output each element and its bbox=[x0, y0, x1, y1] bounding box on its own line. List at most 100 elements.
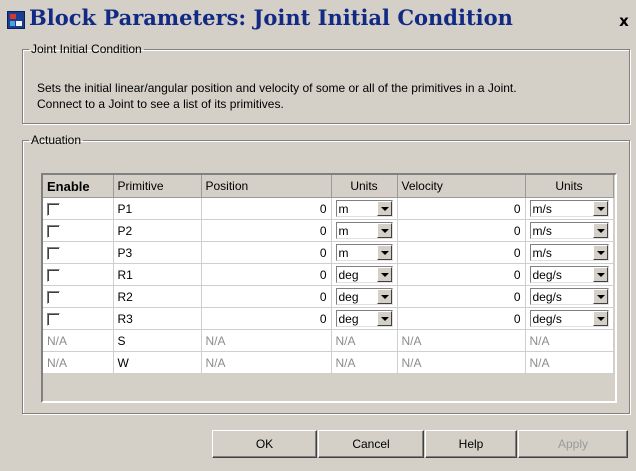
help-button[interactable]: Help bbox=[425, 430, 517, 458]
velocity-input[interactable]: 0 bbox=[397, 307, 526, 330]
velocity-units-cell: m/s bbox=[525, 219, 614, 242]
velocity-input[interactable]: 0 bbox=[397, 219, 526, 242]
description-line-1: Sets the initial linear/angular position… bbox=[37, 81, 517, 95]
chevron-down-icon[interactable] bbox=[376, 311, 392, 326]
position-units-dropdown[interactable]: m bbox=[335, 200, 393, 217]
velocity-units-na: N/A bbox=[525, 351, 614, 374]
block-icon bbox=[7, 11, 25, 29]
velocity-units-dropdown[interactable]: m/s bbox=[529, 222, 609, 239]
velocity-units-value: m/s bbox=[532, 224, 552, 238]
primitive-row-r3: R3 0 deg 0 deg/s bbox=[43, 307, 614, 330]
joint-initial-condition-group: Joint Initial Condition Sets the initial… bbox=[22, 42, 630, 124]
velocity-units-na: N/A bbox=[525, 329, 614, 352]
velocity-units-cell: m/s bbox=[525, 197, 614, 220]
chevron-down-icon[interactable] bbox=[592, 201, 608, 216]
cancel-button[interactable]: Cancel bbox=[318, 430, 424, 458]
position-input[interactable]: 0 bbox=[201, 307, 332, 330]
chevron-down-icon[interactable] bbox=[376, 267, 392, 282]
chevron-down-icon[interactable] bbox=[592, 311, 608, 326]
enable-checkbox[interactable] bbox=[47, 202, 60, 216]
title-bar: Block Parameters: Joint Initial Conditio… bbox=[0, 0, 636, 36]
enable-checkbox[interactable] bbox=[47, 290, 60, 304]
header-position-units: Units bbox=[331, 175, 398, 198]
position-input[interactable]: 0 bbox=[201, 219, 332, 242]
chevron-down-icon[interactable] bbox=[376, 289, 392, 304]
position-units-value: deg bbox=[338, 290, 359, 304]
chevron-down-icon[interactable] bbox=[376, 223, 392, 238]
joint-group-legend: Joint Initial Condition bbox=[31, 42, 142, 56]
primitive-row-r1: R1 0 deg 0 deg/s bbox=[43, 263, 614, 286]
chevron-down-icon[interactable] bbox=[592, 267, 608, 282]
enable-checkbox[interactable] bbox=[47, 224, 60, 238]
position-na: N/A bbox=[201, 329, 332, 352]
position-units-dropdown[interactable]: deg bbox=[335, 266, 393, 283]
primitive-row-s: N/A S N/A N/A N/A N/A bbox=[43, 329, 614, 352]
position-units-cell: m bbox=[331, 241, 398, 264]
chevron-down-icon[interactable] bbox=[376, 201, 392, 216]
velocity-input[interactable]: 0 bbox=[397, 241, 526, 264]
chevron-down-icon[interactable] bbox=[592, 245, 608, 260]
position-units-dropdown[interactable]: deg bbox=[335, 310, 393, 327]
position-units-cell: m bbox=[331, 197, 398, 220]
velocity-units-dropdown[interactable]: deg/s bbox=[529, 288, 609, 305]
velocity-units-value: deg/s bbox=[532, 268, 562, 282]
ok-button[interactable]: OK bbox=[212, 430, 317, 458]
position-units-na: N/A bbox=[331, 329, 398, 352]
position-units-dropdown[interactable]: deg bbox=[335, 288, 393, 305]
chevron-down-icon[interactable] bbox=[592, 223, 608, 238]
position-units-dropdown[interactable]: m bbox=[335, 244, 393, 261]
chevron-down-icon[interactable] bbox=[592, 289, 608, 304]
primitive-name: R3 bbox=[113, 307, 202, 330]
apply-button[interactable]: Apply bbox=[518, 430, 628, 458]
enable-na: N/A bbox=[43, 351, 114, 374]
primitive-name: P2 bbox=[113, 219, 202, 242]
position-units-value: m bbox=[338, 224, 349, 238]
position-input[interactable]: 0 bbox=[201, 263, 332, 286]
position-input[interactable]: 0 bbox=[201, 241, 332, 264]
velocity-units-value: m/s bbox=[532, 246, 552, 260]
position-na: N/A bbox=[201, 351, 332, 374]
enable-checkbox[interactable] bbox=[47, 268, 60, 282]
velocity-units-value: deg/s bbox=[532, 290, 562, 304]
primitive-grid-frame: Enable Primitive Position Units Velocity… bbox=[41, 173, 617, 403]
primitive-name: P3 bbox=[113, 241, 202, 264]
enable-cell bbox=[43, 263, 114, 286]
velocity-units-cell: deg/s bbox=[525, 263, 614, 286]
enable-checkbox[interactable] bbox=[47, 246, 60, 260]
position-input[interactable]: 0 bbox=[201, 285, 332, 308]
primitive-name: S bbox=[113, 329, 202, 352]
velocity-units-dropdown[interactable]: deg/s bbox=[529, 266, 609, 283]
position-units-cell: deg bbox=[331, 285, 398, 308]
velocity-na: N/A bbox=[397, 351, 526, 374]
primitive-row-r2: R2 0 deg 0 deg/s bbox=[43, 285, 614, 308]
close-icon[interactable]: x bbox=[615, 12, 633, 30]
position-units-value: deg bbox=[338, 268, 359, 282]
window-title: Block Parameters: Joint Initial Conditio… bbox=[29, 5, 513, 30]
enable-na: N/A bbox=[43, 329, 114, 352]
primitive-row-p1: P1 0 m 0 m/s bbox=[43, 197, 614, 220]
chevron-down-icon[interactable] bbox=[376, 245, 392, 260]
position-units-cell: deg bbox=[331, 307, 398, 330]
velocity-input[interactable]: 0 bbox=[397, 285, 526, 308]
position-units-value: m bbox=[338, 202, 349, 216]
velocity-units-value: m/s bbox=[532, 202, 552, 216]
enable-checkbox[interactable] bbox=[47, 312, 60, 326]
velocity-input[interactable]: 0 bbox=[397, 263, 526, 286]
velocity-units-value: deg/s bbox=[532, 312, 562, 326]
position-input[interactable]: 0 bbox=[201, 197, 332, 220]
primitive-name: W bbox=[113, 351, 202, 374]
velocity-units-dropdown[interactable]: deg/s bbox=[529, 310, 609, 327]
grid-header-row: Enable Primitive Position Units Velocity… bbox=[43, 175, 614, 198]
position-units-dropdown[interactable]: m bbox=[335, 222, 393, 239]
actuation-legend: Actuation bbox=[31, 133, 82, 147]
actuation-group: Actuation Enable Primitive Position Unit… bbox=[22, 133, 630, 414]
velocity-units-dropdown[interactable]: m/s bbox=[529, 244, 609, 261]
position-units-value: m bbox=[338, 246, 349, 260]
position-units-cell: deg bbox=[331, 263, 398, 286]
velocity-input[interactable]: 0 bbox=[397, 197, 526, 220]
description-text: Sets the initial linear/angular position… bbox=[37, 80, 627, 112]
velocity-units-cell: deg/s bbox=[525, 307, 614, 330]
velocity-units-dropdown[interactable]: m/s bbox=[529, 200, 609, 217]
velocity-na: N/A bbox=[397, 329, 526, 352]
enable-cell bbox=[43, 307, 114, 330]
